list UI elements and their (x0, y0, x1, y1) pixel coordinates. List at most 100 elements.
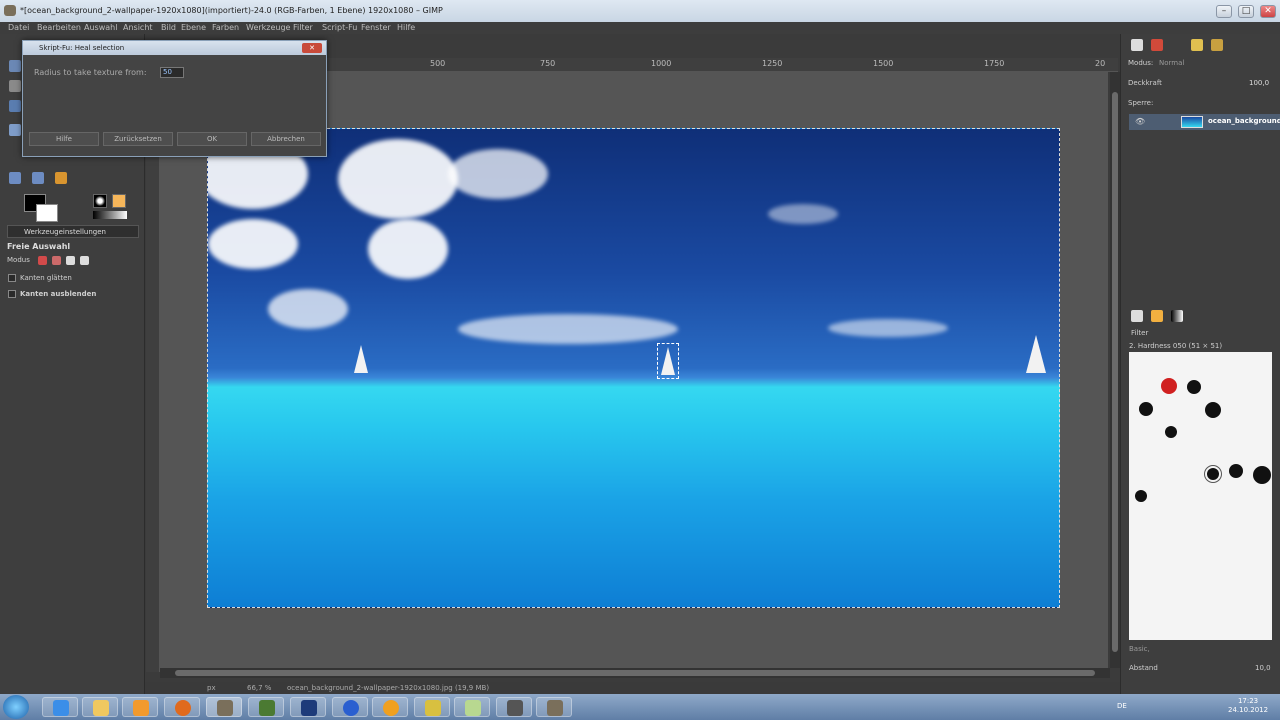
reset-button[interactable]: Zurücksetzen (103, 132, 173, 146)
taskbar-notes[interactable] (454, 697, 490, 717)
cloud (828, 319, 948, 337)
maximize-button[interactable]: □ (1238, 5, 1254, 18)
brush-tag-input[interactable]: Basic, (1129, 645, 1150, 653)
mode-add-icon[interactable] (52, 256, 61, 265)
gimp-icon (217, 700, 233, 716)
zoom-select[interactable]: 66,7 % (247, 684, 271, 692)
taskbar-media[interactable] (122, 697, 158, 717)
menu-filter[interactable]: Filter (293, 23, 313, 32)
opacity-value[interactable]: 100,0 (1249, 79, 1269, 87)
brush-item[interactable] (1139, 402, 1153, 416)
taskbar-explorer[interactable] (82, 697, 118, 717)
mode-subtract-icon[interactable] (66, 256, 75, 265)
clock[interactable]: 17:23 24.10.2012 (1228, 697, 1268, 715)
menu-werkzeuge[interactable]: Werkzeuge (246, 23, 290, 32)
close-button[interactable]: ✕ (1260, 5, 1276, 18)
mode-replace-icon[interactable] (38, 256, 47, 265)
brush-item[interactable] (1229, 464, 1243, 478)
vertical-scrollbar[interactable] (1110, 72, 1120, 668)
feather-label: Kanten ausblenden (20, 290, 97, 298)
canvas-area[interactable] (160, 72, 1108, 668)
rect-select-tool-icon[interactable] (9, 60, 21, 72)
menu-farben[interactable]: Farben (212, 23, 239, 32)
help-button[interactable]: Hilfe (29, 132, 99, 146)
taskbar-gimp2[interactable] (536, 697, 572, 717)
tab-tool-options[interactable]: Werkzeugeinstellungen (7, 225, 139, 238)
menu-script-fu[interactable]: Script-Fu (322, 23, 357, 32)
brush-item[interactable] (1253, 466, 1271, 484)
layer-row[interactable]: 👁 ocean_background (1129, 114, 1280, 130)
menu-ansicht[interactable]: Ansicht (123, 23, 153, 32)
mode-intersect-icon[interactable] (80, 256, 89, 265)
pattern-preview[interactable] (112, 194, 126, 208)
feather-checkbox[interactable] (8, 290, 16, 298)
layer-mode-value[interactable]: Normal (1159, 59, 1184, 67)
keyboard-layout[interactable]: DE (1117, 702, 1127, 710)
taskbar-photoshop[interactable] (290, 697, 326, 717)
brush-selected[interactable] (1204, 465, 1222, 483)
brush-item[interactable] (1165, 426, 1177, 438)
brush-grid[interactable] (1129, 352, 1272, 640)
firefox-icon (175, 700, 191, 716)
cancel-button[interactable]: Abbrechen (251, 132, 321, 146)
lock-label: Sperre: (1128, 99, 1154, 107)
free-select-tool-icon[interactable] (9, 100, 21, 112)
smudge-tool-icon[interactable] (55, 172, 67, 184)
gradient-preview[interactable] (93, 211, 127, 219)
patterns-tab-icon[interactable] (1151, 310, 1163, 322)
vertical-scroll-thumb[interactable] (1112, 92, 1118, 652)
brush-heart[interactable] (1161, 378, 1177, 394)
background-color-swatch[interactable] (36, 204, 58, 222)
menu-bild[interactable]: Bild (161, 23, 176, 32)
horizontal-scroll-thumb[interactable] (175, 670, 1095, 676)
cloud (208, 219, 298, 269)
dialog-close-button[interactable]: ✕ (302, 43, 322, 53)
eye-icon[interactable]: 👁 (1135, 117, 1145, 126)
unit-select[interactable]: px (207, 684, 216, 692)
cloud (338, 139, 458, 219)
taskbar-audio[interactable] (372, 697, 408, 717)
right-dock: Modus: Normal Deckkraft 100,0 Sperre: 👁 … (1120, 34, 1280, 694)
taskbar-gimp[interactable] (206, 697, 242, 717)
undo-tab-icon[interactable] (1191, 39, 1203, 51)
paint-tool-icon[interactable] (9, 172, 21, 184)
layers-tab-icon[interactable] (1131, 39, 1143, 51)
brush-item[interactable] (1187, 380, 1201, 394)
horizontal-scrollbar[interactable] (160, 668, 1110, 678)
radius-input[interactable]: 50 (160, 67, 184, 78)
ok-button[interactable]: OK (177, 132, 247, 146)
taskbar-ie[interactable] (42, 697, 78, 717)
brush-item[interactable] (1205, 402, 1221, 418)
menu-datei[interactable]: Datei (8, 23, 29, 32)
antialias-checkbox[interactable] (8, 274, 16, 282)
taskbar-app2[interactable] (414, 697, 450, 717)
menu-auswahl[interactable]: Auswahl (84, 23, 117, 32)
taskbar-firefox[interactable] (164, 697, 200, 717)
ocean-image[interactable] (207, 128, 1060, 608)
layer-mode-label: Modus: (1128, 59, 1154, 67)
brushes-tab-icon[interactable] (1131, 310, 1143, 322)
selected-sailboat[interactable] (657, 343, 679, 379)
menu-bearbeiten[interactable]: Bearbeiten (37, 23, 81, 32)
heal-selection-dialog: Skript-Fu: Heal selection ✕ Radius to ta… (22, 40, 327, 157)
layer-name[interactable]: ocean_background (1208, 117, 1280, 125)
minimize-button[interactable]: – (1216, 5, 1232, 18)
dialog-title-bar[interactable]: Skript-Fu: Heal selection ✕ (23, 41, 326, 55)
start-button[interactable] (3, 695, 29, 719)
taskbar-app3[interactable] (496, 697, 532, 717)
fuzzy-select-tool-icon[interactable] (9, 124, 21, 136)
ellipse-select-tool-icon[interactable] (9, 80, 21, 92)
brush-tab-icon[interactable] (1211, 39, 1223, 51)
channels-tab-icon[interactable] (1151, 39, 1163, 51)
cloud (768, 204, 838, 224)
taskbar-minecraft[interactable] (248, 697, 284, 717)
ink-tool-icon[interactable] (32, 172, 44, 184)
gradients-tab-icon[interactable] (1171, 310, 1183, 322)
brush-star[interactable] (1135, 490, 1147, 502)
menu-ebene[interactable]: Ebene (181, 23, 206, 32)
menu-hilfe[interactable]: Hilfe (397, 23, 415, 32)
menu-fenster[interactable]: Fenster (361, 23, 391, 32)
brush-preview[interactable] (93, 194, 107, 208)
spacing-value[interactable]: 10,0 (1255, 664, 1271, 672)
taskbar-app[interactable] (332, 697, 368, 717)
